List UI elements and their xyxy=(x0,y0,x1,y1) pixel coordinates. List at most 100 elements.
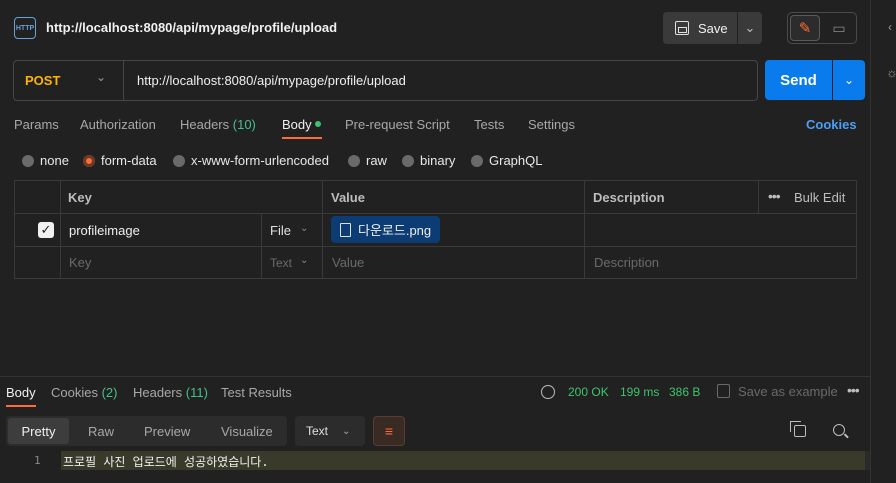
comment-icon[interactable]: ▭ xyxy=(824,15,854,41)
table-column-divider xyxy=(60,181,61,279)
radio-dot xyxy=(173,154,185,167)
tab-settings[interactable]: Settings xyxy=(528,117,575,132)
more-options-icon[interactable]: ••• xyxy=(847,382,860,398)
view-raw-button[interactable]: Raw xyxy=(88,424,114,439)
save-button[interactable]: Save xyxy=(663,12,737,44)
tab-headers[interactable]: Headers (10) xyxy=(180,117,256,132)
response-tab-cookies-label: Cookies xyxy=(51,385,98,400)
lightbulb-icon[interactable]: ☼ xyxy=(886,65,896,80)
new-value-input[interactable]: Value xyxy=(332,255,364,270)
tab-headers-label: Headers xyxy=(180,117,230,132)
row-checkbox[interactable]: ✓ xyxy=(38,222,54,238)
save-icon xyxy=(717,384,730,398)
radio-graphql[interactable]: GraphQL xyxy=(471,153,542,168)
url-input[interactable]: http://localhost:8080/api/mypage/profile… xyxy=(137,73,737,88)
format-label: Text xyxy=(306,424,329,438)
method-chevron-down-icon[interactable]: ⌄ xyxy=(96,70,106,84)
tab-body[interactable]: Body xyxy=(282,117,312,132)
radio-dot xyxy=(348,154,360,167)
radio-x-www-form-urlencoded[interactable]: x-www-form-urlencoded xyxy=(173,153,329,168)
more-options-icon[interactable]: ••• xyxy=(768,188,781,204)
code-icon[interactable]: ‹ xyxy=(888,20,892,34)
tab-pre-request-script[interactable]: Pre-request Script xyxy=(345,117,450,132)
table-divider xyxy=(14,213,857,214)
response-tab-body[interactable]: Body xyxy=(6,385,36,400)
url-divider xyxy=(123,61,124,100)
globe-icon[interactable] xyxy=(541,385,555,399)
scrollbar[interactable] xyxy=(865,451,870,470)
radio-binary[interactable]: binary xyxy=(402,153,455,168)
tab-authorization[interactable]: Authorization xyxy=(80,117,156,132)
active-tab-underline xyxy=(282,137,322,139)
radio-label: x-www-form-urlencoded xyxy=(191,153,329,168)
method-select[interactable]: POST xyxy=(25,73,60,88)
edit-pencil-icon[interactable]: ✎ xyxy=(790,15,820,41)
radio-dot-selected xyxy=(83,154,95,167)
save-dropdown-chevron-icon[interactable]: ⌄ xyxy=(738,12,762,44)
radio-label: raw xyxy=(366,153,387,168)
table-column-divider xyxy=(584,181,585,279)
copy-icon[interactable] xyxy=(790,421,806,437)
bulk-edit-button[interactable]: Bulk Edit xyxy=(794,190,845,205)
row-key[interactable]: profileimage xyxy=(69,223,140,238)
tab-headers-count: (10) xyxy=(232,117,256,132)
radio-raw[interactable]: raw xyxy=(348,153,387,168)
radio-label: none xyxy=(40,153,69,168)
response-tab-headers-label: Headers xyxy=(133,385,183,400)
response-tab-cookies[interactable]: Cookies (2) xyxy=(51,385,117,400)
response-time[interactable]: 199 ms xyxy=(620,385,659,399)
radio-form-data[interactable]: form-data xyxy=(83,153,157,168)
tab-params[interactable]: Params xyxy=(14,117,59,132)
wrap-lines-icon[interactable]: ≡ xyxy=(373,416,405,446)
radio-dot xyxy=(402,154,414,167)
radio-dot xyxy=(22,154,34,167)
send-button[interactable]: Send xyxy=(765,60,832,100)
save-label: Save xyxy=(698,20,728,36)
response-tab-headers-count: (11) xyxy=(185,385,208,400)
save-icon xyxy=(675,21,689,35)
file-name: 다운로드.png xyxy=(358,223,432,238)
chevron-down-icon[interactable]: ⌄ xyxy=(300,255,308,266)
view-pretty-button[interactable]: Pretty xyxy=(8,418,69,444)
send-dropdown-chevron-icon[interactable]: ⌄ xyxy=(833,60,865,100)
view-preview-button[interactable]: Preview xyxy=(144,424,190,439)
cookies-link[interactable]: Cookies xyxy=(806,117,857,132)
response-tab-headers[interactable]: Headers (11) xyxy=(133,385,208,400)
tab-tests[interactable]: Tests xyxy=(474,117,504,132)
response-size[interactable]: 386 B xyxy=(669,385,700,399)
radio-label: GraphQL xyxy=(489,153,543,168)
new-type-select[interactable]: Text xyxy=(270,256,292,270)
file-icon xyxy=(340,222,351,237)
format-select[interactable]: Text ⌄ xyxy=(295,416,365,446)
radio-label: binary xyxy=(420,153,456,168)
http-icon: HTTP xyxy=(14,17,36,39)
response-divider xyxy=(0,376,870,377)
response-tab-cookies-count: (2) xyxy=(101,385,118,400)
radio-dot xyxy=(471,154,483,167)
status-code[interactable]: 200 OK xyxy=(568,385,609,399)
table-divider xyxy=(14,246,857,247)
chevron-down-icon[interactable]: ⌄ xyxy=(300,223,308,234)
new-description-input[interactable]: Description xyxy=(594,255,659,270)
column-header-key: Key xyxy=(68,190,92,205)
response-body-text[interactable]: 프로필 사진 업로드에 성공하였습니다. xyxy=(63,453,269,470)
file-chip[interactable]: 다운로드.png xyxy=(331,216,440,243)
response-active-tab-underline xyxy=(6,405,36,407)
save-as-example-button[interactable]: Save as example xyxy=(738,384,838,399)
body-active-dot xyxy=(315,121,321,127)
request-tab-title[interactable]: http://localhost:8080/api/mypage/profile… xyxy=(46,20,337,35)
column-header-description: Description xyxy=(593,190,665,205)
radio-label: form-data xyxy=(101,153,157,168)
table-column-divider xyxy=(758,181,759,213)
table-column-divider xyxy=(322,181,323,279)
line-number: 1 xyxy=(34,454,41,467)
table-column-divider xyxy=(261,214,262,279)
column-header-value: Value xyxy=(331,190,365,205)
chevron-down-icon: ⌄ xyxy=(342,425,351,437)
response-tab-test-results[interactable]: Test Results xyxy=(221,385,292,400)
view-visualize-button[interactable]: Visualize xyxy=(221,424,273,439)
new-key-input[interactable]: Key xyxy=(69,255,91,270)
radio-none[interactable]: none xyxy=(22,153,69,168)
row-type-select[interactable]: File xyxy=(270,223,291,238)
search-icon[interactable] xyxy=(833,424,845,436)
